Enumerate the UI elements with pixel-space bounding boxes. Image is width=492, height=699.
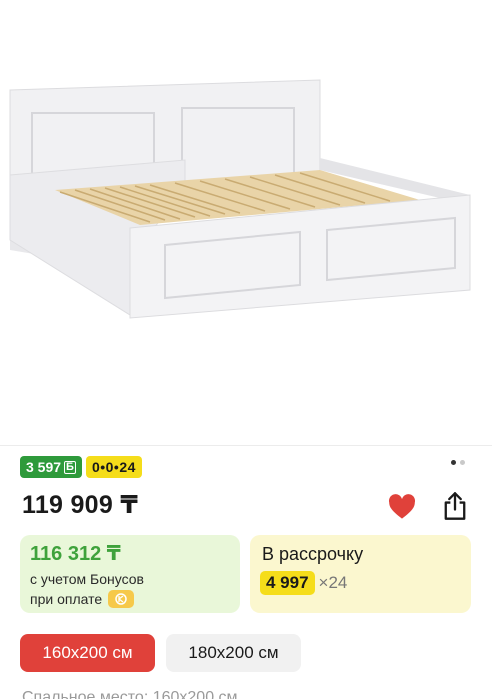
gallery-dot-active[interactable] xyxy=(451,460,456,465)
bonus-price-card[interactable]: 116 312 ₸ с учетом Бонусов при оплате xyxy=(20,535,240,613)
payment-row: при оплате xyxy=(30,589,230,609)
gallery-dots[interactable] xyxy=(451,460,465,465)
bonus-note: с учетом Бонусов xyxy=(30,571,144,587)
kaspi-pay-icon xyxy=(108,590,135,608)
installment-row: 4 997 ×24 xyxy=(260,571,461,595)
size-option-180x200[interactable]: 180x200 см xyxy=(166,634,301,672)
gallery-dot[interactable] xyxy=(460,460,465,465)
installment-months: ×24 xyxy=(318,573,348,592)
bonus-currency-icon: Б xyxy=(64,460,76,474)
share-button[interactable] xyxy=(439,490,471,522)
product-image[interactable] xyxy=(0,0,492,445)
favorite-button[interactable] xyxy=(386,491,418,523)
payment-label: при оплате xyxy=(30,591,103,607)
installment-card[interactable]: В рассрочку 4 997 ×24 xyxy=(250,535,471,613)
sleeping-place-spec: Спальное место: 160x200 см xyxy=(22,689,238,699)
product-price: 119 909 ₸ xyxy=(22,491,139,519)
bonus-badge-value: 3 597 xyxy=(26,459,62,475)
installment-title: В рассрочку xyxy=(262,544,364,564)
size-option-160x200[interactable]: 160x200 см xyxy=(20,634,155,672)
installment-amount: 4 997 xyxy=(260,571,315,595)
bonus-price: 116 312 ₸ xyxy=(30,543,121,565)
bonus-badge: 3 597 Б xyxy=(20,456,82,478)
share-icon xyxy=(444,492,466,520)
installment-badge: 0•0•24 xyxy=(85,456,142,478)
heart-icon xyxy=(388,494,416,519)
badges-row: 3 597 Б 0•0•24 xyxy=(20,456,142,478)
section-divider xyxy=(0,445,492,446)
